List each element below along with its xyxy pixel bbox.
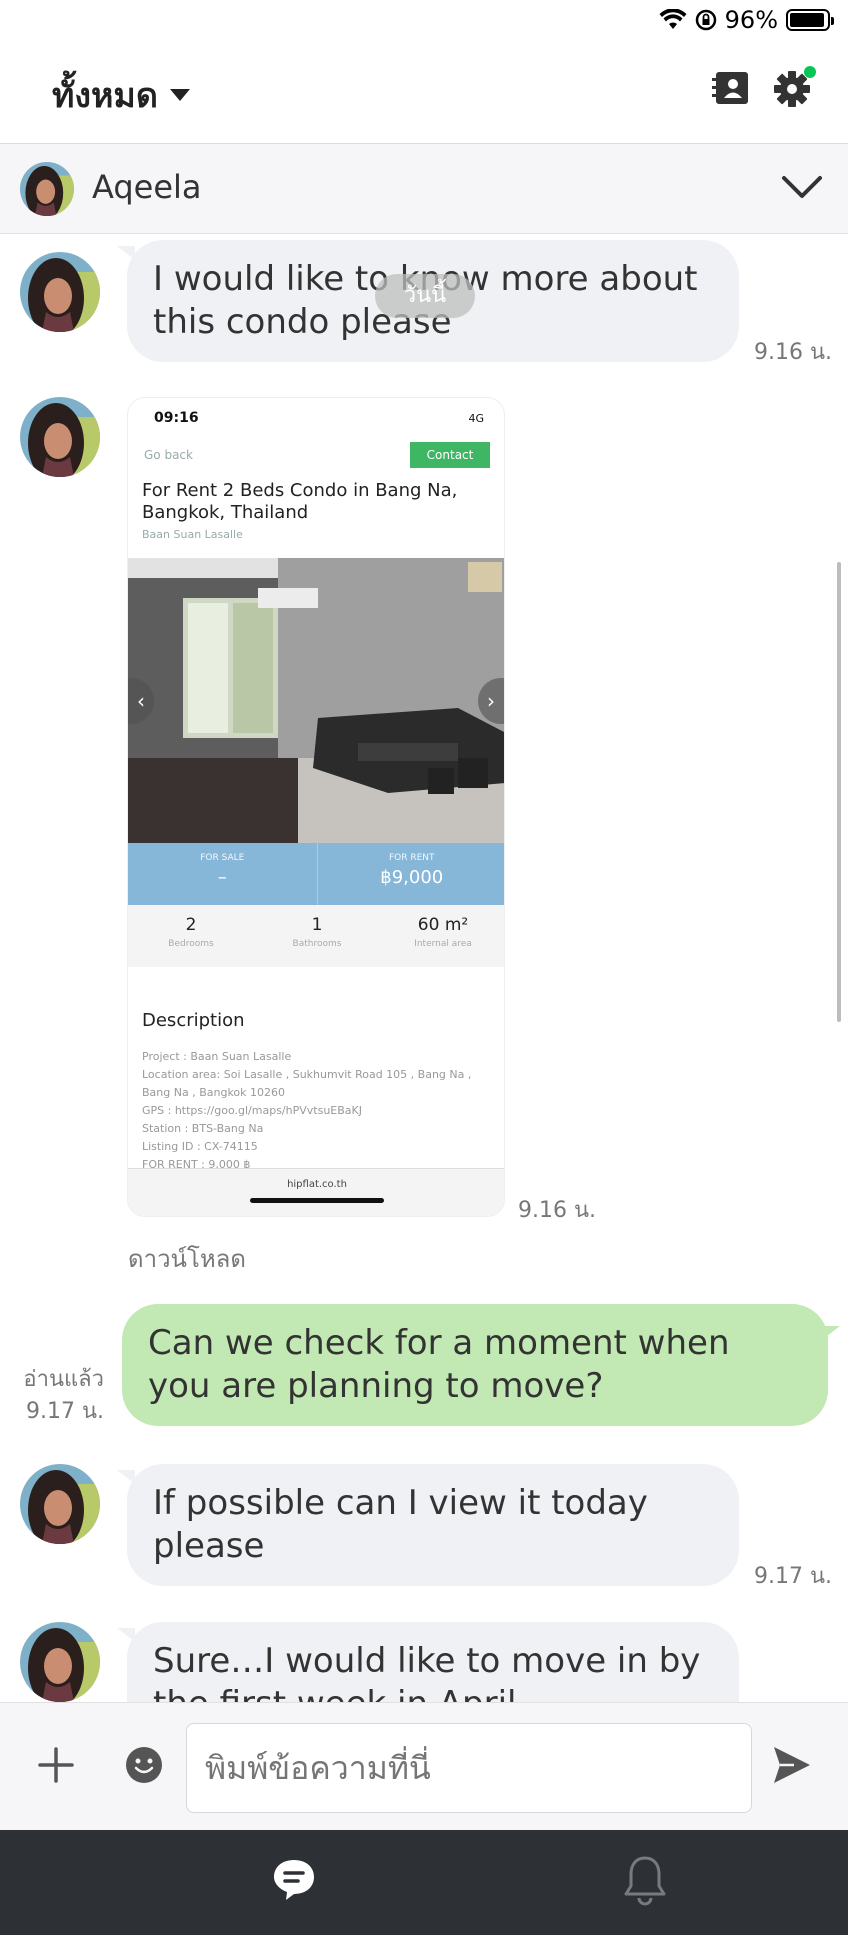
contact-book-icon (712, 72, 748, 104)
listing-title: For Rent 2 Beds Condo in Bang Na, Bangko… (142, 480, 458, 523)
plus-icon (38, 1747, 74, 1783)
image-message[interactable]: 09:16 4G Go back Contact For Rent 2 Beds… (127, 397, 505, 1217)
message-input[interactable] (186, 1723, 752, 1813)
bedrooms-label: Bedrooms (168, 939, 214, 949)
description-line: Project : Baan Suan Lasalle (142, 1050, 292, 1063)
screenshot-signal: 4G (468, 412, 484, 425)
chat-header[interactable]: Aqeela (0, 144, 848, 234)
for-sale-value: – (217, 867, 227, 888)
wifi-icon (659, 9, 687, 29)
for-rent-label: FOR RENT (388, 853, 435, 863)
status-bar: 96% (0, 0, 848, 40)
listing-location: Baan Suan Lasalle (142, 528, 243, 541)
avatar[interactable] (20, 162, 74, 216)
chevron-down-icon (782, 176, 822, 198)
notification-dot (804, 66, 816, 78)
message-text: If possible can I view it today please (153, 1483, 648, 1566)
screenshot-back-link: Go back (144, 448, 193, 462)
read-receipt: อ่านแล้ว 9.17 น. (10, 1364, 104, 1428)
description-line: Station : BTS-Bang Na (142, 1122, 264, 1135)
scrollbar[interactable] (837, 562, 841, 1022)
avatar[interactable] (20, 397, 100, 477)
sticker-button[interactable] (124, 1745, 164, 1785)
room-photo (128, 558, 504, 843)
message-time: 9.17 น. (754, 1564, 833, 1589)
description-line: Listing ID : CX-74115 (142, 1140, 258, 1153)
message-text: Can we check for a moment when you are p… (148, 1323, 730, 1406)
avatar[interactable] (20, 1622, 100, 1702)
expand-button[interactable] (780, 172, 824, 202)
description-line: GPS : https://goo.gl/maps/hPVvtsuEBaKJ (142, 1104, 362, 1117)
bathrooms-label: Bathrooms (292, 939, 342, 949)
read-status: อ่านแล้ว (23, 1367, 104, 1392)
attach-button[interactable] (36, 1745, 76, 1785)
message-list[interactable]: I would like to know more about this con… (0, 234, 848, 1702)
screenshot-url: hipflat.co.th (287, 1179, 347, 1190)
page-title: ทั้งหมด (52, 76, 158, 116)
for-rent-value: ฿9,000 (380, 867, 444, 888)
chat-bubble-icon (274, 1860, 314, 1900)
listing-price-bar: FOR SALE – FOR RENT ฿9,000 (128, 843, 504, 905)
area-label: Internal area (414, 939, 472, 949)
status-icons: 96% (659, 6, 834, 34)
message-composer (0, 1702, 848, 1830)
message-text: Sure…I would like to move in by the firs… (153, 1641, 701, 1702)
description-line: Bang Na , Bangkok 10260 (142, 1086, 286, 1099)
home-indicator (250, 1198, 384, 1203)
message-time: 9.16 น. (754, 340, 833, 365)
avatar[interactable] (20, 252, 100, 332)
message-time: 9.16 น. (518, 1198, 597, 1223)
battery-icon (786, 9, 834, 31)
download-link[interactable]: ดาวน์โหลด (128, 1239, 246, 1278)
emoji-icon (126, 1747, 162, 1783)
incoming-message[interactable]: If possible can I view it today please (117, 1464, 739, 1586)
nav-chats[interactable] (270, 1856, 318, 1904)
chat-filter-dropdown[interactable]: ทั้งหมด (52, 68, 190, 122)
rotation-lock-icon (695, 9, 716, 31)
screenshot-clock: 09:16 (154, 410, 199, 426)
description-heading: Description (142, 1010, 245, 1031)
send-button[interactable] (772, 1743, 812, 1787)
caret-down-icon (169, 89, 190, 101)
contact-name: Aqeela (92, 168, 202, 206)
header: ทั้งหมด (0, 40, 848, 144)
bathrooms-count: 1 (311, 915, 323, 935)
description-text: Project : Baan Suan Lasalle Location are… (142, 1048, 492, 1174)
battery-percent: 96% (724, 6, 778, 34)
nav-notifications[interactable] (622, 1854, 668, 1906)
screenshot-contact-button: Contact (410, 442, 490, 468)
for-sale-label: FOR SALE (200, 853, 245, 863)
screenshot-footer: hipflat.co.th (128, 1168, 504, 1216)
bell-icon (624, 1856, 666, 1906)
send-icon (774, 1747, 810, 1783)
bedrooms-count: 2 (185, 915, 197, 935)
avatar[interactable] (20, 1464, 100, 1544)
incoming-message[interactable]: Sure…I would like to move in by the firs… (117, 1622, 739, 1702)
settings-button[interactable] (772, 66, 816, 112)
description-line: Location area: Soi Lasalle , Sukhumvit R… (142, 1068, 472, 1081)
message-time: 9.17 น. (25, 1399, 104, 1424)
outgoing-message[interactable]: Can we check for a moment when you are p… (122, 1304, 840, 1426)
date-divider: วันนี้ (375, 274, 475, 318)
contacts-button[interactable] (712, 68, 756, 112)
listing-stats: 2 Bedrooms 1 Bathrooms 60 m² Internal ar… (128, 905, 504, 967)
bottom-navigation (0, 1830, 848, 1935)
area-value: 60 m² (417, 915, 469, 935)
